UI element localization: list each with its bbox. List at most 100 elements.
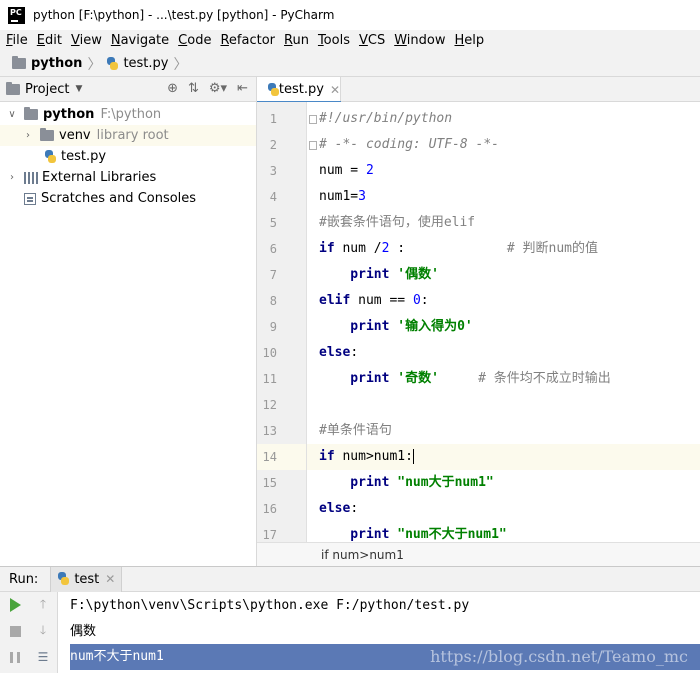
code-token: num /	[334, 241, 382, 256]
window-title: python [F:\python] - ...\test.py [python…	[33, 8, 335, 22]
folder-icon	[40, 128, 54, 141]
run-console[interactable]: F:\python\venv\Scripts\python.exe F:/pyt…	[58, 592, 700, 673]
code-line-6: if num /2 : # 判断num的值	[319, 236, 598, 262]
menu-window[interactable]: Window	[394, 33, 445, 48]
menu-code-mnemonic: C	[178, 33, 188, 48]
code-token: num =	[319, 163, 366, 178]
console-line-selected: num不大于num1	[70, 649, 164, 664]
code-line-10: else:	[319, 340, 358, 366]
comment: # 条件均不成立时输出	[478, 371, 611, 386]
close-icon[interactable]: ✕	[105, 572, 115, 586]
line-number: 3	[269, 164, 277, 178]
menu-edit[interactable]: Edit	[37, 33, 62, 48]
string-literal: "num不大于num1"	[397, 527, 507, 542]
number-literal: 0	[412, 293, 421, 308]
close-icon[interactable]: ✕	[330, 83, 340, 97]
keyword: if	[319, 449, 335, 464]
code-line-5: #嵌套条件语句，使用elif	[319, 210, 475, 236]
code-token: num1=	[319, 189, 359, 204]
menu-tools[interactable]: Tools	[318, 33, 350, 48]
menu-refactor[interactable]: Refactor	[220, 33, 275, 48]
chevron-right-icon[interactable]: ›	[20, 130, 36, 141]
menu-edit-label: dit	[45, 33, 62, 48]
code-token: :	[350, 345, 359, 360]
python-file-icon	[44, 149, 57, 164]
scroll-up-arrow-icon[interactable]: 🡑	[36, 597, 50, 612]
code-line-11: print '奇数' # 条件均不成立时输出	[319, 366, 611, 392]
code-token: :	[389, 241, 507, 256]
hide-panel-icon[interactable]: ⇤	[237, 81, 248, 96]
menu-run-label: un	[292, 33, 309, 48]
editor-breadcrumb[interactable]: if num>num1	[321, 548, 404, 562]
menu-run[interactable]: Run	[284, 33, 309, 48]
folder-icon	[24, 107, 38, 120]
dropdown-arrow-icon[interactable]: ▼	[75, 84, 82, 94]
comment: #单条件语句	[319, 423, 392, 438]
tree-item-venv[interactable]: › venv library root	[0, 125, 256, 146]
menu-edit-mnemonic: E	[36, 33, 45, 48]
menu-file[interactable]: File	[6, 33, 28, 48]
chevron-down-icon[interactable]: ∨	[4, 109, 20, 120]
menu-navigate[interactable]: Navigate	[111, 33, 169, 48]
project-view-selector[interactable]: Project	[25, 82, 69, 97]
breadcrumb-project[interactable]: python	[31, 56, 82, 71]
stop-icon[interactable]	[8, 624, 22, 638]
pause-icon[interactable]	[8, 650, 22, 664]
soft-wrap-icon[interactable]: ☰	[36, 650, 50, 664]
editor-tab-test-py[interactable]: test.py ✕	[257, 77, 341, 103]
code-line-7: print '偶数'	[319, 262, 439, 288]
code-token: num>num1:	[334, 449, 413, 464]
line-number: 2	[269, 138, 277, 152]
line-number: 14	[262, 450, 277, 464]
code-line-15: print "num大于num1"	[319, 470, 494, 496]
code-line-1: #!/usr/bin/python	[319, 106, 452, 132]
menu-navigate-mnemonic: N	[110, 33, 121, 48]
fold-marker-icon[interactable]	[309, 141, 317, 150]
editor-gutter: 1 2 3 4 5 6 7 8 9 10 11 12 13 14 15 16 1…	[257, 102, 307, 542]
tree-item-test-py[interactable]: test.py	[0, 146, 256, 167]
number-literal: 3	[358, 189, 366, 204]
keyword: else	[319, 501, 351, 516]
line-number: 16	[262, 502, 277, 516]
tree-item-external-libraries[interactable]: › External Libraries	[0, 167, 256, 188]
settings-gear-icon[interactable]: ⚙▾	[209, 81, 227, 96]
run-tab-label: test	[74, 571, 100, 587]
line-number: 7	[269, 268, 277, 282]
code-line-13: #单条件语句	[319, 418, 392, 444]
menu-view[interactable]: View	[71, 33, 102, 48]
title-bar: PC python [F:\python] - ...\test.py [pyt…	[0, 0, 700, 30]
scroll-down-arrow-icon[interactable]: 🡓	[36, 623, 50, 638]
menu-vcs[interactable]: VCS	[359, 33, 385, 48]
console-line: 偶数	[70, 624, 97, 639]
keyword: print	[319, 371, 398, 386]
menu-code[interactable]: Code	[178, 33, 211, 48]
line-number: 11	[262, 372, 277, 386]
string-literal: '偶数'	[397, 267, 439, 282]
menu-vcs-label: CS	[367, 33, 386, 48]
breadcrumb-file[interactable]: test.py	[123, 56, 168, 71]
menu-bar: File Edit View Navigate Code Refactor Ru…	[0, 30, 700, 51]
collapse-all-icon[interactable]: ⇅	[188, 81, 199, 96]
string-literal: "num大于num1"	[397, 475, 494, 490]
code-line-16: else:	[319, 496, 358, 522]
chevron-right-icon[interactable]: ›	[4, 172, 20, 183]
code-line-2: # -*- coding: UTF-8 -*-	[319, 132, 499, 158]
line-number: 9	[269, 320, 277, 334]
keyword: print	[319, 267, 398, 282]
tree-root-path: F:\python	[100, 107, 162, 122]
tree-item-scratches[interactable]: Scratches and Consoles	[0, 188, 256, 209]
run-tab-test[interactable]: test ✕	[50, 566, 123, 592]
keyword: elif	[319, 293, 351, 308]
code-token: :	[420, 293, 429, 308]
line-number: 10	[262, 346, 277, 360]
fold-marker-icon[interactable]	[309, 115, 317, 124]
keyword: else	[319, 345, 351, 360]
locate-file-icon[interactable]: ⊕	[167, 81, 178, 96]
menu-help[interactable]: Help	[455, 33, 485, 48]
rerun-play-icon[interactable]	[8, 598, 22, 612]
blog-watermark: https://blog.csdn.net/Teamo_mc	[430, 647, 688, 666]
tree-root-python[interactable]: ∨ python F:\python	[0, 104, 256, 125]
code-editor[interactable]: #!/usr/bin/python # -*- coding: UTF-8 -*…	[307, 102, 700, 542]
library-root-tag: library root	[96, 128, 169, 143]
editor-breadcrumb-bar: if num>num1	[257, 542, 700, 566]
